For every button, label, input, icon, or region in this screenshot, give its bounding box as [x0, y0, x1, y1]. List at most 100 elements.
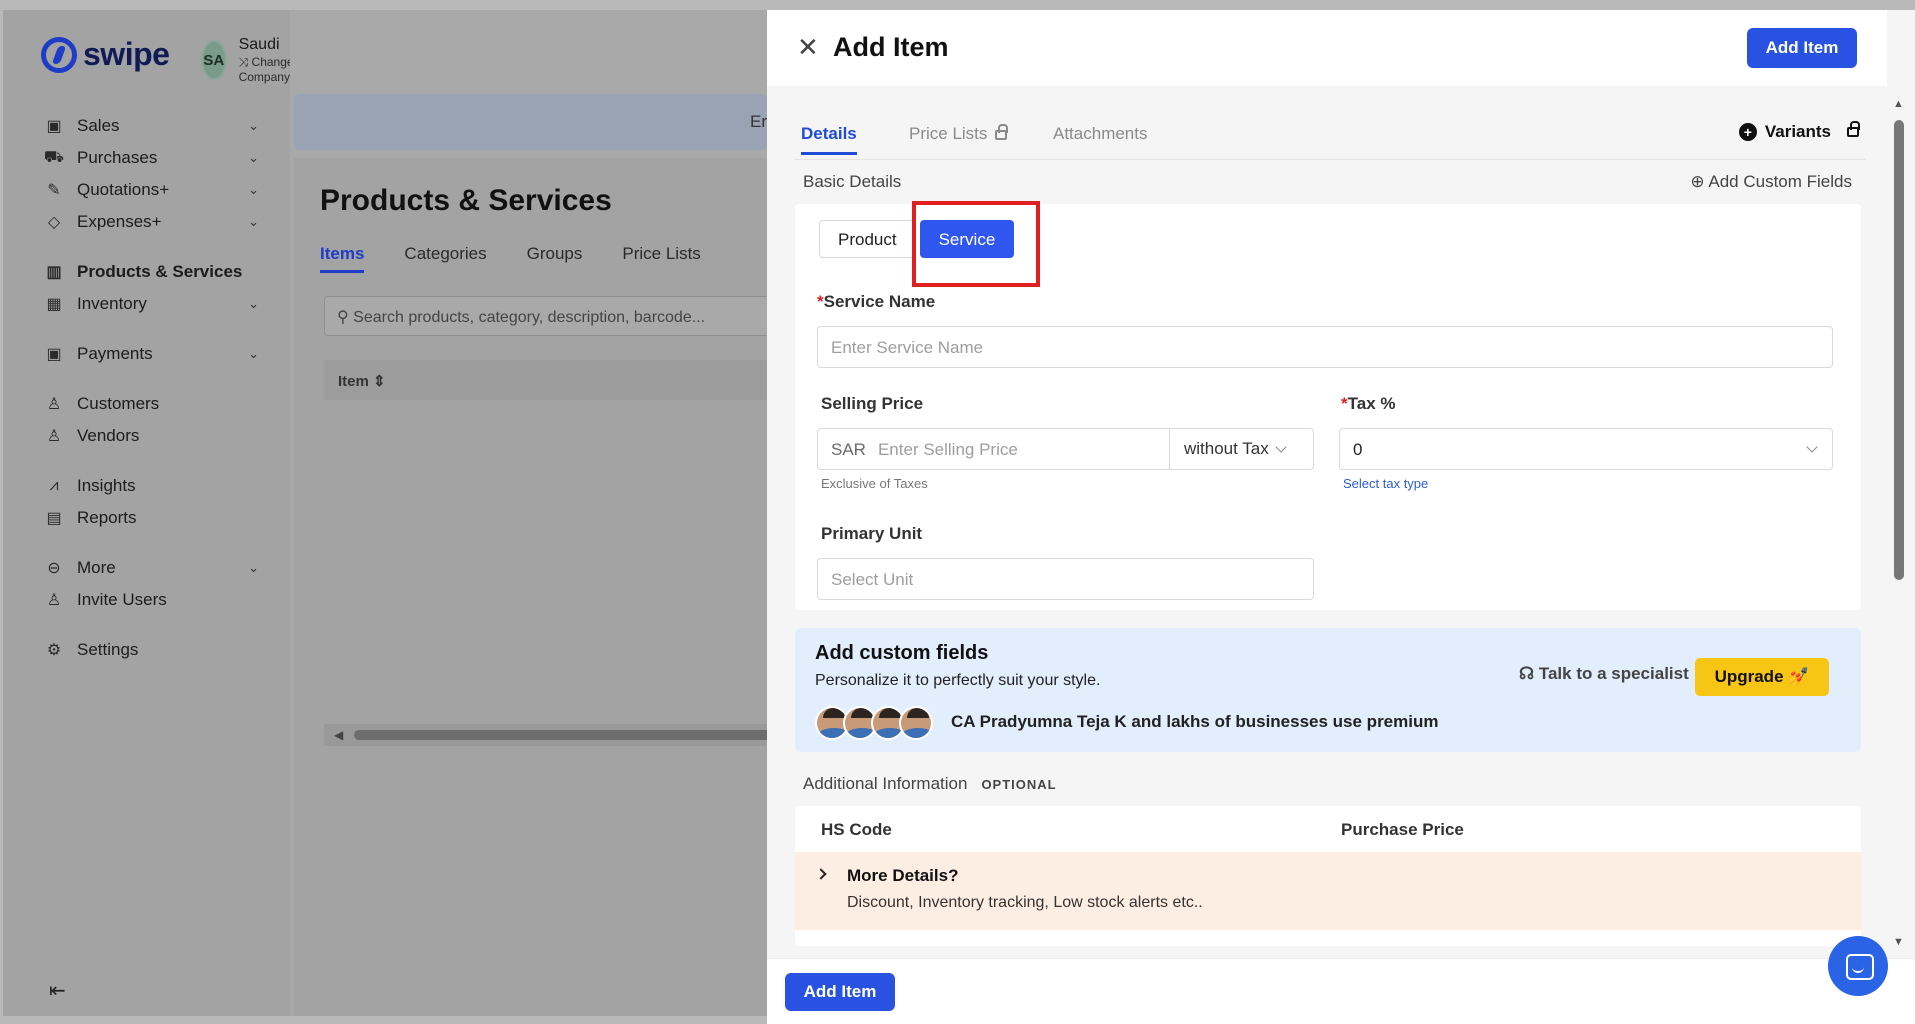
drawer-title: Add Item: [833, 32, 949, 62]
background-app: swipe SA Saudi ⤨ Change Company ▣ Sales ⌄ …: [0, 0, 774, 1024]
optional-badge: OPTIONAL: [981, 777, 1057, 792]
select-tax-type-link[interactable]: Select tax type: [1343, 476, 1428, 491]
sidebar-item-vendors[interactable]: ♙ Vendors: [43, 420, 273, 452]
sidebar-item-quotations[interactable]: ✎ Quotations+ ⌄: [43, 174, 273, 206]
service-name-input[interactable]: Enter Service Name: [817, 326, 1833, 368]
hs-code-label: HS Code: [821, 820, 892, 839]
drawer-footer: Add Item: [767, 958, 1915, 1024]
horizontal-scrollbar[interactable]: ◀: [324, 724, 774, 746]
highlight-box: [912, 201, 1040, 287]
scroll-up-icon[interactable]: ▲: [1893, 98, 1904, 110]
upsell-subtitle: Personalize it to perfectly suit your st…: [815, 672, 1101, 689]
search-input[interactable]: ⚲ Search products, category, description…: [324, 296, 774, 336]
primary-unit-input[interactable]: Select Unit: [817, 558, 1314, 600]
tab-categories[interactable]: Categories: [404, 244, 486, 273]
chevron-down-icon: [1275, 441, 1287, 453]
type-product-button[interactable]: Product: [819, 220, 916, 258]
selling-price-label: Selling Price: [821, 394, 924, 413]
sidebar-item-inventory[interactable]: ▦ Inventory ⌄: [43, 288, 273, 320]
tax-select[interactable]: 0: [1339, 428, 1833, 470]
avatar: [899, 706, 933, 740]
avatar: SA: [201, 40, 227, 80]
sidebar-item-customers[interactable]: ♙ Customers: [43, 388, 273, 420]
page-tabs: Items Categories Groups Price Lists: [320, 244, 701, 273]
brand-logo[interactable]: swipe: [41, 36, 170, 73]
sort-icon[interactable]: ⇕: [373, 373, 386, 390]
cart-icon: ⛟: [43, 149, 65, 166]
user-icon: ♙: [46, 396, 62, 413]
chevron-down-icon: ⌄: [248, 296, 259, 311]
add-item-button-bottom[interactable]: Add Item: [785, 973, 895, 1011]
tax-label: *Tax %: [1341, 394, 1396, 413]
sidebar-nav: ▣ Sales ⌄ ⛟ Purchases ⌄ ✎ Quotations+ ⌄ ◇ Expen…: [43, 110, 273, 666]
lock-icon: [995, 124, 1009, 140]
sidebar-item-insights[interactable]: ⩘ Insights: [43, 470, 273, 502]
scroll-left-icon[interactable]: ◀: [334, 728, 343, 742]
collapse-sidebar-icon[interactable]: ⇤: [49, 978, 66, 1003]
upgrade-button[interactable]: Upgrade 💅: [1695, 658, 1829, 696]
talk-to-specialist-button[interactable]: ☊ Talk to a specialist: [1519, 664, 1689, 684]
users-icon: ♙: [46, 428, 62, 445]
table-header: Item ⇕: [324, 360, 774, 400]
add-custom-fields-button[interactable]: ⊕ Add Custom Fields: [1690, 172, 1852, 192]
report-icon: ▤: [46, 510, 62, 527]
top-banner: Er: [294, 94, 768, 150]
add-item-button-top[interactable]: Add Item: [1747, 28, 1857, 68]
headset-icon: ☊: [1519, 664, 1535, 683]
more-details-title: More Details?: [847, 866, 959, 885]
chevron-down-icon: ⌄: [248, 150, 259, 165]
currency-prefix: SAR: [831, 440, 866, 459]
avatar-group: [815, 706, 933, 740]
sidebar-item-invite-users[interactable]: ♙ Invite Users: [43, 584, 273, 616]
additional-info-label: Additional Information OPTIONAL: [803, 774, 1057, 793]
variants-button[interactable]: + Variants: [1738, 121, 1860, 142]
tab-price-lists-locked[interactable]: Price Lists: [909, 124, 1009, 144]
products-page: Products & Services Items Categories Gro…: [294, 158, 774, 1016]
main-content: Er Products & Services Items Categories …: [290, 10, 774, 1016]
sidebar-item-reports[interactable]: ▤ Reports: [43, 502, 273, 534]
drawer-tabs: Details Price Lists Attachments: [795, 118, 1865, 160]
chevron-down-icon: ⌄: [248, 214, 259, 229]
more-details-expander[interactable]: More Details? Discount, Inventory tracki…: [795, 852, 1861, 930]
primary-unit-label: Primary Unit: [821, 524, 923, 543]
chart-icon: ⩘: [49, 477, 59, 494]
sidebar-item-sales[interactable]: ▣ Sales ⌄: [43, 110, 273, 142]
sidebar-item-expenses[interactable]: ◇ Expenses+ ⌄: [43, 206, 273, 238]
selling-price-input[interactable]: SAR Enter Selling Price without Tax: [817, 428, 1314, 470]
custom-fields-upsell: Add custom fields Personalize it to perf…: [795, 628, 1861, 752]
add-item-drawer: ✕ Add Item Add Item Details Price Lists …: [767, 10, 1915, 1024]
plus-circle-icon: +: [1738, 123, 1757, 141]
chevron-right-icon: [815, 868, 827, 880]
chevron-down-icon: ⌄: [248, 346, 259, 361]
more-details-subtitle: Discount, Inventory tracking, Low stock …: [847, 894, 1203, 911]
upsell-title: Add custom fields: [815, 642, 989, 664]
tab-details[interactable]: Details: [801, 124, 857, 155]
lock-icon: [1847, 121, 1860, 137]
tab-groups[interactable]: Groups: [527, 244, 583, 273]
tax-mode-select[interactable]: without Tax: [1169, 429, 1313, 469]
pen-icon: ✎: [47, 182, 61, 199]
sidebar-item-products-services[interactable]: ▥ Products & Services: [43, 256, 273, 288]
additional-info-card: HS Code Purchase Price More Details? Dis…: [795, 806, 1861, 946]
tab-attachments[interactable]: Attachments: [1053, 124, 1148, 144]
company-switcher[interactable]: SA Saudi ⤨ Change Company: [201, 36, 304, 84]
sidebar: swipe SA Saudi ⤨ Change Company ▣ Sales ⌄ …: [3, 10, 294, 1016]
tab-price-lists[interactable]: Price Lists: [622, 244, 700, 273]
vertical-scrollbar[interactable]: ▲ ▼: [1891, 98, 1907, 948]
chevron-down-icon: ⌄: [248, 560, 259, 575]
scroll-down-icon[interactable]: ▼: [1893, 936, 1904, 948]
shuffle-icon: ⤨: [238, 55, 249, 69]
drawer-header: ✕ Add Item Add Item: [767, 10, 1887, 86]
basic-details-card: Product Service *Service Name Enter Serv…: [795, 201, 1861, 610]
barcode-icon: ▥: [46, 264, 62, 281]
swipe-logo-icon: [41, 36, 77, 73]
sidebar-item-more[interactable]: ⊖ More ⌄: [43, 552, 273, 584]
close-icon[interactable]: ✕: [797, 32, 819, 63]
tab-items[interactable]: Items: [320, 244, 365, 273]
sidebar-item-payments[interactable]: ▣ Payments ⌄: [43, 338, 273, 370]
brand-name: swipe: [83, 36, 170, 72]
sidebar-item-purchases[interactable]: ⛟ Purchases ⌄: [43, 142, 273, 174]
sidebar-item-settings[interactable]: ⚙ Settings: [43, 634, 273, 666]
chat-support-icon[interactable]: [1828, 936, 1888, 996]
tag-icon: ◇: [47, 214, 61, 231]
